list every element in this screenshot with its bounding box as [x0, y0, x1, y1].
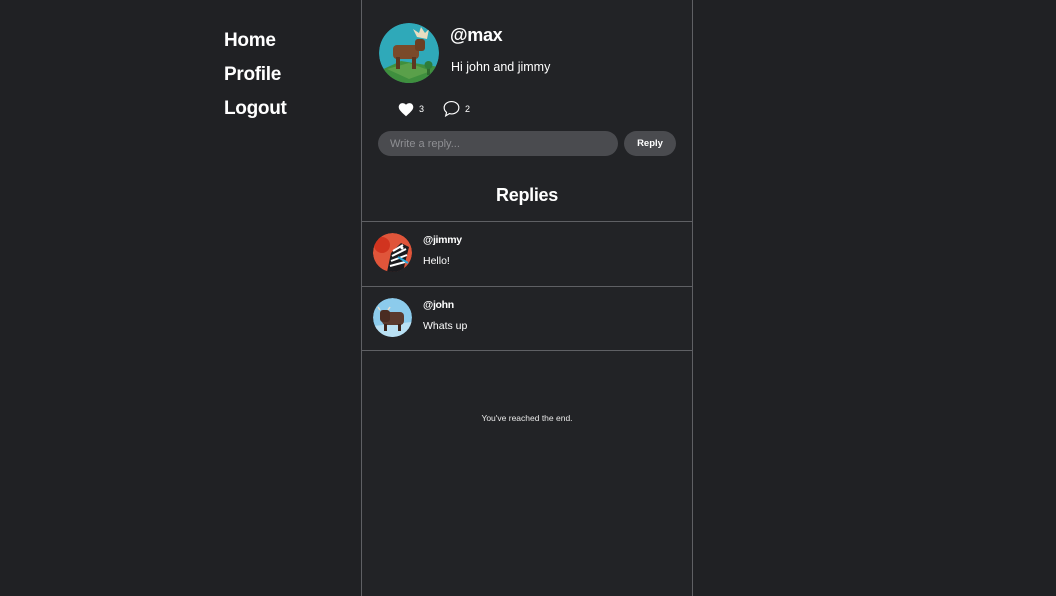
- nav-home[interactable]: Home: [224, 30, 287, 64]
- post-author[interactable]: @max: [450, 25, 503, 46]
- comment-count: 2: [465, 103, 471, 114]
- reply-author[interactable]: @jimmy: [423, 234, 462, 246]
- zebra-avatar-image: [373, 233, 412, 272]
- reply-text: Hello!: [423, 255, 450, 267]
- avatar[interactable]: [373, 298, 412, 337]
- reply-button[interactable]: Reply: [624, 131, 676, 156]
- nav-logout[interactable]: Logout: [224, 98, 287, 132]
- post-actions: 3 2: [397, 100, 488, 117]
- like-button[interactable]: 3: [397, 101, 424, 117]
- post: @max Hi john and jimmy 3 2 Reply: [362, 0, 692, 221]
- bison-avatar-image: [373, 298, 412, 337]
- like-count: 3: [419, 103, 425, 114]
- main-column: @max Hi john and jimmy 3 2 Reply: [361, 0, 693, 596]
- end-of-feed-message: You've reached the end.: [481, 413, 573, 423]
- avatar[interactable]: [379, 23, 439, 83]
- comment-button[interactable]: 2: [442, 100, 470, 117]
- moose-avatar-image: [379, 23, 439, 83]
- reply-input[interactable]: [378, 131, 618, 156]
- reply-text: Whats up: [423, 320, 468, 332]
- heart-icon: [398, 102, 414, 116]
- reply-item[interactable]: @john Whats up: [362, 286, 692, 351]
- app: Home Profile Logout @max Hi john and jim…: [0, 0, 1056, 596]
- avatar[interactable]: [373, 233, 412, 272]
- speech-bubble-icon: [443, 100, 460, 117]
- reply-item[interactable]: @jimmy Hello!: [362, 221, 692, 286]
- side-nav: Home Profile Logout: [224, 30, 287, 132]
- reply-author[interactable]: @john: [423, 299, 454, 311]
- replies-title: Replies: [496, 185, 558, 205]
- nav-profile[interactable]: Profile: [224, 64, 287, 98]
- post-text: Hi john and jimmy: [451, 60, 551, 74]
